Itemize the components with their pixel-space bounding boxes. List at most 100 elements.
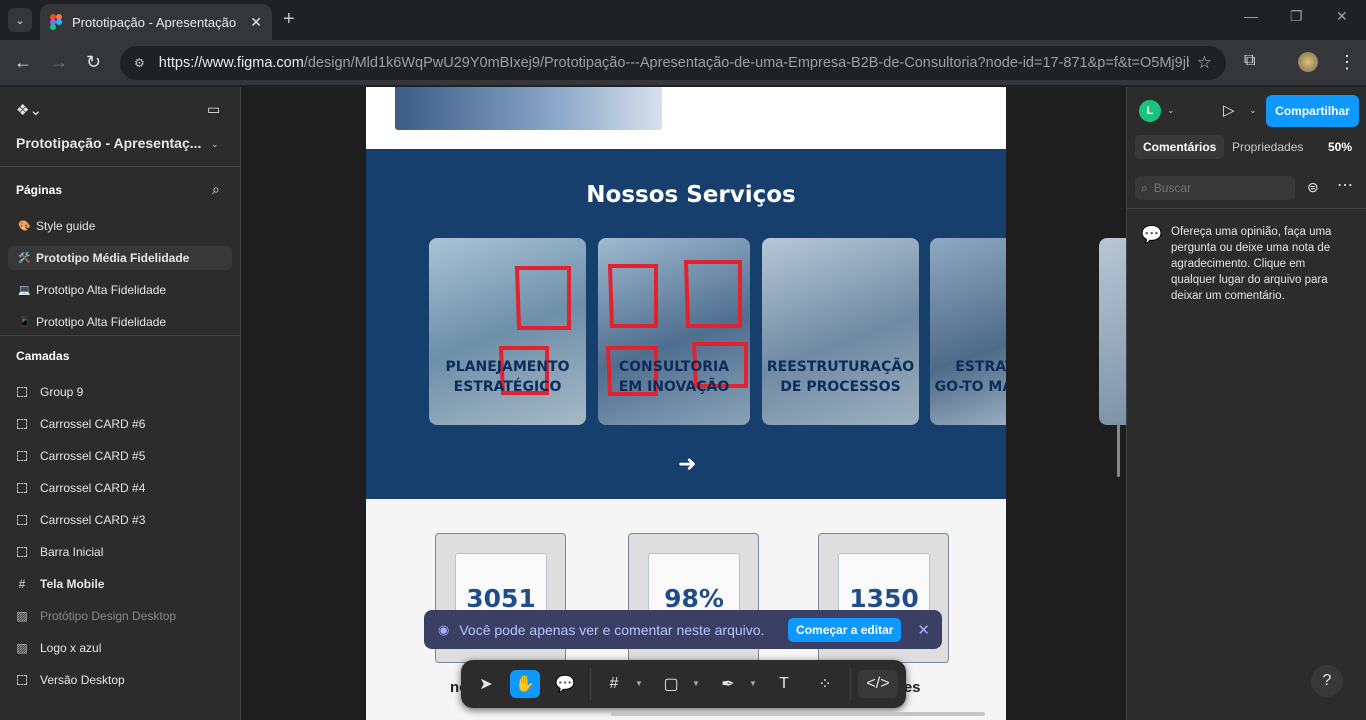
forward-icon[interactable]: → bbox=[50, 52, 68, 73]
pages-header: Páginas bbox=[16, 183, 63, 197]
dev-mode-icon[interactable]: </> bbox=[858, 670, 898, 698]
divider bbox=[0, 166, 240, 167]
layer-item[interactable]: ▨ Protótipo Design Desktop bbox=[16, 606, 176, 626]
layer-item[interactable]: Carrossel CARD #5 bbox=[16, 446, 145, 466]
text-tool-icon[interactable]: T bbox=[769, 670, 799, 698]
layer-item[interactable]: Carrossel CARD #4 bbox=[16, 478, 145, 498]
help-button[interactable]: ? bbox=[1311, 665, 1343, 697]
hand-tool-icon[interactable]: ✋ bbox=[510, 670, 540, 698]
chevron-down-icon[interactable]: ▼ bbox=[749, 679, 757, 688]
new-tab-icon[interactable]: + bbox=[283, 8, 295, 31]
file-name[interactable]: Prototipação - Apresentaç... bbox=[16, 135, 201, 151]
search-input[interactable] bbox=[1153, 181, 1274, 195]
share-button[interactable]: Compartilhar bbox=[1266, 95, 1359, 127]
palette-icon: 🎨 bbox=[18, 220, 31, 232]
rectangle-tool-icon[interactable]: ▢ bbox=[656, 670, 686, 698]
group-icon bbox=[16, 482, 28, 494]
service-card-planning: PLANEJAMENTO ESTRATÉGICO bbox=[429, 238, 586, 425]
close-banner-icon[interactable]: ✕ bbox=[917, 621, 930, 639]
comment-tool-icon[interactable]: 💬 bbox=[550, 670, 580, 698]
extensions-icon[interactable]: ⧉ bbox=[1244, 52, 1255, 70]
image-icon: ▨ bbox=[16, 609, 28, 623]
site-info-icon[interactable]: ⚙ bbox=[134, 56, 145, 70]
search-icon: ⌕ bbox=[1141, 180, 1148, 195]
reload-icon[interactable]: ↻ bbox=[86, 52, 101, 73]
group-icon bbox=[16, 514, 28, 526]
profile-avatar[interactable] bbox=[1298, 52, 1318, 72]
divider bbox=[1127, 208, 1366, 209]
tab-properties[interactable]: Propriedades bbox=[1224, 135, 1311, 159]
layer-item[interactable]: Carrossel CARD #6 bbox=[16, 414, 145, 434]
search-pages-icon[interactable]: ⌕ bbox=[212, 181, 220, 198]
layer-item[interactable]: Barra Inicial bbox=[16, 542, 103, 562]
minimize-icon[interactable]: — bbox=[1244, 8, 1258, 24]
browser-tab[interactable]: Prototipação - Apresentação de ✕ bbox=[40, 4, 272, 40]
divider bbox=[850, 668, 851, 700]
chevron-down-icon[interactable]: ▼ bbox=[692, 679, 700, 688]
group-icon bbox=[16, 418, 28, 430]
laptop-icon: 💻 bbox=[18, 284, 31, 296]
chevron-down-icon[interactable]: ⌄ bbox=[1167, 105, 1175, 116]
tab-title: Prototipação - Apresentação de bbox=[72, 14, 240, 30]
page-item-selected[interactable]: 🛠️ Prototipo Média Fidelidade bbox=[8, 246, 232, 270]
horizontal-scrollbar[interactable] bbox=[611, 712, 985, 716]
comment-bubble-icon: 💬 bbox=[1141, 225, 1163, 244]
vertical-scrollbar[interactable] bbox=[1117, 422, 1120, 477]
close-window-icon[interactable]: ✕ bbox=[1336, 8, 1348, 25]
zoom-level[interactable]: 50% bbox=[1320, 135, 1360, 159]
handshake-image bbox=[395, 87, 662, 130]
group-icon bbox=[16, 450, 28, 462]
figma-favicon-icon bbox=[50, 14, 62, 30]
toggle-sidebar-icon[interactable]: ▭ bbox=[207, 101, 220, 118]
group-icon bbox=[16, 546, 28, 558]
layer-item[interactable]: # Tela Mobile bbox=[16, 574, 105, 594]
tools-icon: 🛠️ bbox=[18, 252, 31, 264]
layer-item[interactable]: ▨ Logo x azul bbox=[16, 638, 101, 658]
frame-hash-icon: # bbox=[18, 577, 26, 591]
move-tool-icon[interactable]: ➤ bbox=[471, 670, 501, 698]
arrow-right-icon: ➜ bbox=[678, 451, 697, 476]
divider bbox=[590, 668, 591, 700]
close-tab-icon[interactable]: ✕ bbox=[250, 14, 262, 31]
resources-tool-icon[interactable]: ⁘ bbox=[810, 670, 840, 698]
browser-toolbar: ← → ↻ ⚙ https://www.figma.com/design/Mld… bbox=[0, 40, 1366, 86]
question-icon: ? bbox=[1322, 672, 1332, 689]
back-icon[interactable]: ← bbox=[14, 52, 32, 73]
user-avatar[interactable]: L bbox=[1139, 100, 1161, 122]
layer-item[interactable]: Versão Desktop bbox=[16, 670, 125, 690]
service-card-gtm: ESTRATÉGIASGO-TO MARKETING bbox=[930, 238, 1006, 425]
tab-comments[interactable]: Comentários bbox=[1135, 135, 1225, 159]
frame-tool-icon[interactable]: # bbox=[599, 670, 629, 698]
services-section: Nossos Serviços PLANEJAMENTO ESTRATÉGICO … bbox=[366, 149, 1006, 499]
browser-window: ⌄ Prototipação - Apresentação de ✕ + — ❐… bbox=[0, 0, 1366, 720]
file-chevron-icon[interactable]: ⌄ bbox=[211, 139, 219, 150]
page-item[interactable]: 💻 Prototipo Alta Fidelidade bbox=[8, 278, 232, 302]
more-options-icon[interactable]: ⋯ bbox=[1337, 175, 1353, 195]
service-card-partial bbox=[1099, 238, 1126, 425]
view-only-banner: ◉ Você pode apenas ver e comentar neste … bbox=[424, 610, 942, 649]
restore-icon[interactable]: ❐ bbox=[1290, 8, 1303, 25]
chevron-down-icon[interactable]: ⌄ bbox=[1249, 105, 1257, 116]
page-item[interactable]: 📱 Prototipo Alta Fidelidade bbox=[8, 310, 232, 334]
filter-icon[interactable]: ⊜ bbox=[1307, 179, 1319, 196]
start-editing-button[interactable]: Começar a editar bbox=[788, 617, 902, 642]
layer-item[interactable]: Carrossel CARD #3 bbox=[16, 510, 145, 530]
bookmark-star-icon[interactable]: ☆ bbox=[1197, 53, 1212, 73]
eye-icon: ◉ bbox=[438, 621, 450, 637]
group-icon bbox=[16, 386, 28, 398]
mobile-icon: 📱 bbox=[18, 316, 31, 328]
layer-item[interactable]: Group 9 bbox=[16, 382, 83, 402]
present-play-icon[interactable]: ▷ bbox=[1223, 101, 1235, 119]
chevron-down-icon[interactable]: ▼ bbox=[635, 679, 643, 688]
figma-menu-icon[interactable]: ❖⌄ bbox=[16, 101, 42, 119]
empty-comments-text: Ofereça uma opinião, faça uma pergunta o… bbox=[1171, 226, 1332, 302]
page-item[interactable]: 🎨 Style guide bbox=[8, 214, 232, 238]
pen-tool-icon[interactable]: ✒ bbox=[713, 670, 743, 698]
divider bbox=[0, 335, 240, 336]
address-bar[interactable]: ⚙ https://www.figma.com/design/Mld1k6WqP… bbox=[120, 46, 1226, 80]
tab-strip: ⌄ Prototipação - Apresentação de ✕ + — ❐… bbox=[0, 0, 1366, 40]
tab-search-button[interactable]: ⌄ bbox=[8, 8, 32, 32]
menu-kebab-icon[interactable]: ⋮ bbox=[1338, 52, 1356, 73]
comment-search-field[interactable]: ⌕ bbox=[1135, 176, 1295, 200]
service-card-consulting: CONSULTORIA EM INOVAÇÃO bbox=[598, 238, 750, 425]
